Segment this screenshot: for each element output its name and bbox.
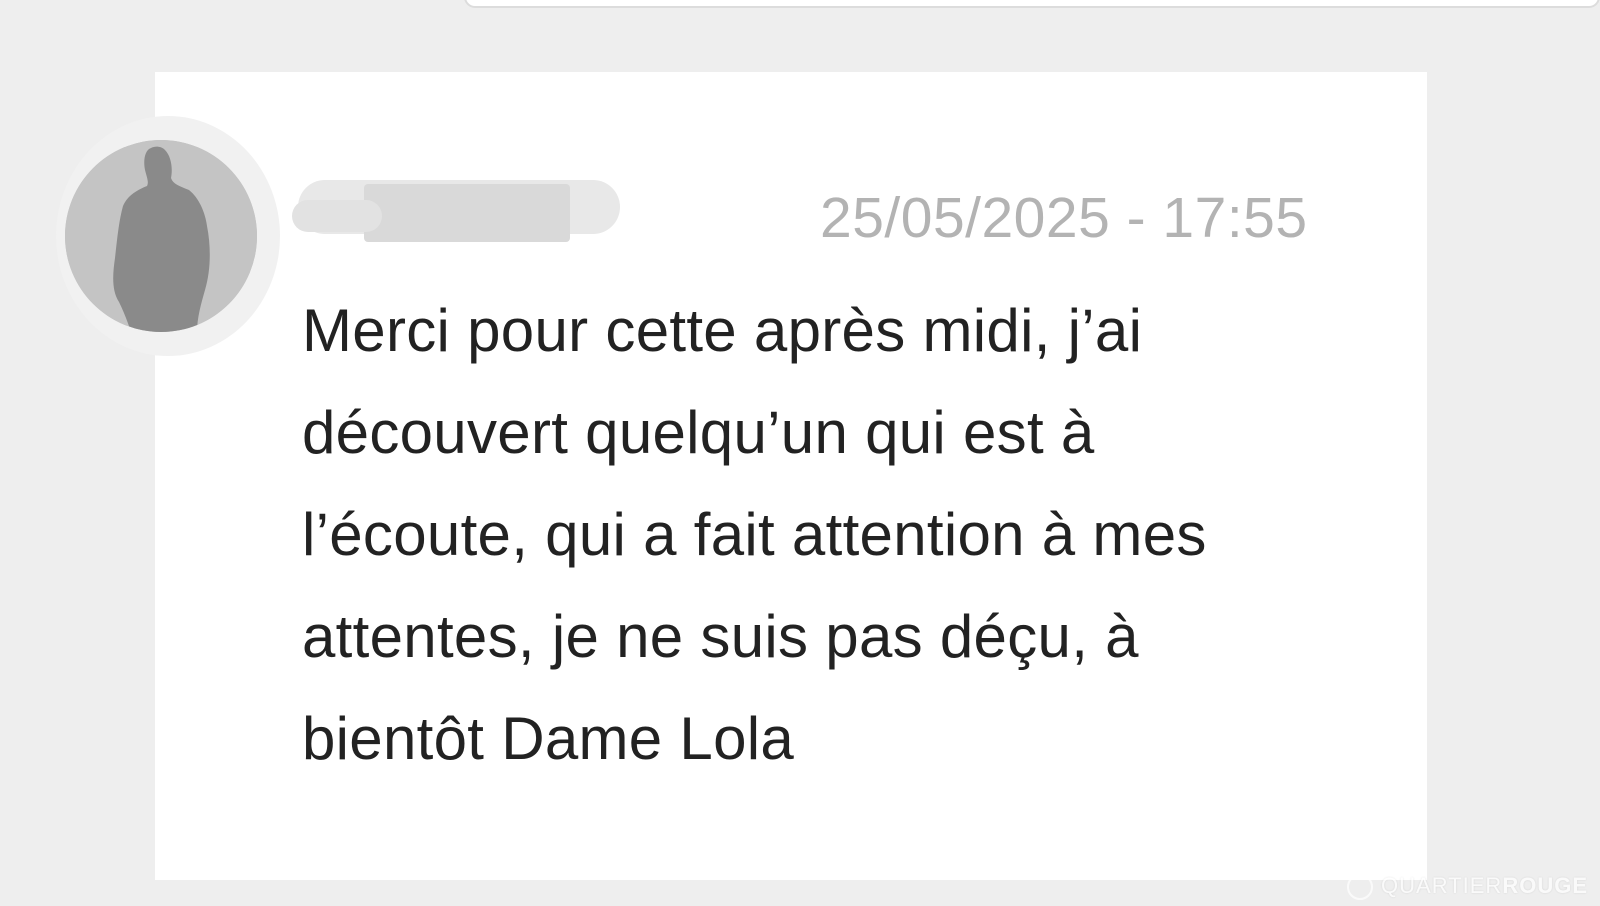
avatar[interactable]: [65, 140, 257, 332]
message-line: Merci pour cette après midi, j’ai: [302, 297, 1143, 364]
person-silhouette-icon: [65, 140, 257, 332]
message-line: découvert quelqu’un qui est à: [302, 399, 1095, 466]
top-input-bar[interactable]: [464, 0, 1600, 8]
message-line: l’écoute, qui a fait attention à mes: [302, 501, 1207, 568]
watermark-text-part2: ROUGE: [1502, 872, 1588, 898]
redaction-blur: [364, 184, 570, 242]
watermark-logo: QUARTIERROUGE: [1347, 873, 1588, 900]
message-line: bientôt Dame Lola: [302, 705, 795, 772]
redaction-blur: [292, 200, 382, 232]
watermark-text-part1: QUARTIER: [1381, 872, 1503, 898]
message-line: attentes, je ne suis pas déçu, à: [302, 603, 1139, 670]
watermark-logo-icon: [1347, 874, 1374, 900]
comment-message: Merci pour cette après midi, j’ai découv…: [302, 280, 1362, 790]
author-name-redacted: [292, 174, 622, 246]
comment-timestamp: 25/05/2025 - 17:55: [820, 186, 1308, 250]
